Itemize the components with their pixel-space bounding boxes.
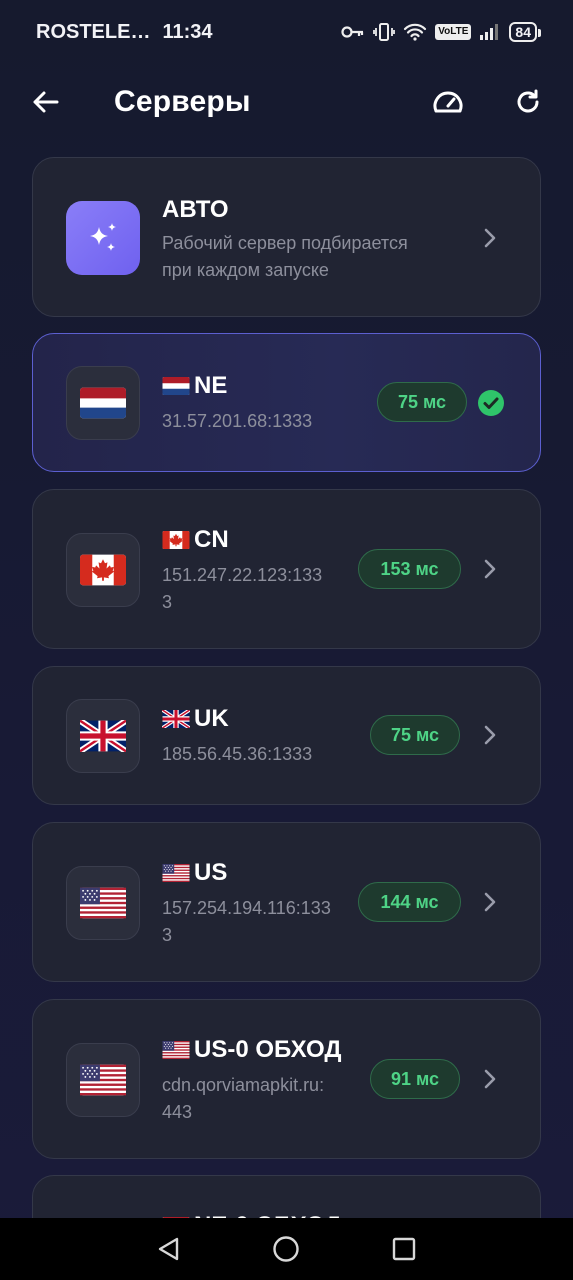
nav-back-button[interactable] [153, 1233, 185, 1265]
ping-badge: 91 мс [370, 1059, 460, 1099]
server-card-us-0-bypass[interactable]: US-0 ОБХОД cdn.qorviamapkit.ru: 443 91 м… [32, 999, 541, 1159]
server-name: CN [194, 526, 229, 553]
server-card-uk[interactable]: UK 185.56.45.36:1333 75 мс [32, 666, 541, 805]
server-address: 157.254.194.116:133 3 [162, 895, 331, 949]
server-card-cn[interactable]: CN 151.247.22.123:133 3 153 мс [32, 489, 541, 649]
netherlands-flag-icon [66, 366, 140, 440]
server-address-line1: 185.56.45.36:1333 [162, 744, 313, 764]
ping-badge: 153 мс [358, 549, 461, 589]
check-circle-icon [478, 390, 504, 416]
server-name: US-0 ОБХОД [194, 1036, 342, 1063]
uk-flag-icon [66, 699, 140, 773]
usa-flag-icon [162, 864, 190, 882]
clock: 11:34 [162, 20, 213, 43]
chevron-right-icon [479, 1068, 501, 1090]
server-card-ne[interactable]: NE 31.57.201.68:1333 75 мс [32, 333, 541, 472]
server-title: UK [162, 705, 229, 733]
chevron-right-icon [479, 227, 501, 249]
square-recents-icon [392, 1237, 416, 1261]
auto-title: АВТО [162, 196, 229, 223]
status-bar: ROSTELE… 11:34 VoLTE 84 [0, 0, 573, 64]
vibrate-icon [373, 22, 396, 42]
server-title: US-0 ОБХОД [162, 1036, 342, 1064]
carrier-label: ROSTELE… [36, 20, 151, 43]
server-name: NE [194, 372, 228, 399]
volte-badge: VoLTE [435, 24, 472, 40]
battery-indicator: 84 [509, 22, 541, 42]
canada-flag-icon [66, 533, 140, 607]
usa-flag-icon [66, 866, 140, 940]
wifi-icon [403, 23, 427, 41]
chevron-right-icon [479, 891, 501, 913]
server-card-us[interactable]: US 157.254.194.116:133 3 144 мс [32, 822, 541, 982]
server-address: 31.57.201.68:1333 [162, 408, 312, 435]
server-title: CN [162, 526, 229, 554]
chevron-right-icon [479, 724, 501, 746]
app-header: Серверы [0, 64, 573, 140]
netherlands-flag-icon [162, 377, 190, 395]
auto-subtitle: Рабочий сервер подбирается при каждом за… [162, 230, 408, 284]
server-address-line2: 443 [162, 1102, 193, 1122]
ping-badge: 75 мс [370, 715, 460, 755]
circle-home-icon [273, 1236, 300, 1262]
usa-flag-icon [66, 1043, 140, 1117]
server-address: 151.247.22.123:133 3 [162, 562, 322, 616]
server-name: UK [194, 705, 229, 732]
ping-badge: 75 мс [377, 382, 467, 422]
signal-icon [479, 23, 501, 41]
uk-flag-icon [162, 710, 190, 728]
speed-test-button[interactable] [431, 85, 465, 119]
back-button[interactable] [28, 85, 62, 119]
system-nav-bar [0, 1218, 573, 1280]
auto-subtitle-line1: Рабочий сервер подбирается [162, 233, 408, 253]
auto-subtitle-line2: при каждом запуске [162, 260, 329, 280]
server-address: cdn.qorviamapkit.ru: 443 [162, 1072, 324, 1126]
server-address: 185.56.45.36:1333 [162, 741, 312, 768]
server-address-line1: 157.254.194.116:133 [162, 898, 331, 918]
auto-server-card[interactable]: АВТО Рабочий сервер подбирается при кажд… [32, 157, 541, 317]
server-address-line2: 3 [162, 925, 173, 945]
sparkles-icon [66, 201, 140, 275]
triangle-back-icon [158, 1237, 179, 1261]
nav-recents-button[interactable] [388, 1233, 420, 1265]
nav-home-button[interactable] [270, 1233, 302, 1265]
arrow-left-icon [33, 91, 59, 113]
canada-flag-icon [162, 531, 190, 549]
server-title: NE [162, 372, 227, 400]
refresh-button[interactable] [511, 85, 545, 119]
server-address-line1: 151.247.22.123:133 [162, 565, 323, 585]
server-title: US [162, 859, 227, 887]
page-title: Серверы [114, 85, 251, 118]
chevron-right-icon [479, 558, 501, 580]
usa-flag-icon [162, 1041, 190, 1059]
server-address-line1: cdn.qorviamapkit.ru: [162, 1075, 325, 1095]
server-address-line1: 31.57.201.68:1333 [162, 411, 313, 431]
key-icon [341, 25, 365, 39]
speedometer-icon [433, 91, 463, 113]
refresh-icon [517, 89, 539, 113]
ping-badge: 144 мс [358, 882, 461, 922]
server-address-line2: 3 [162, 592, 173, 612]
server-name: US [194, 859, 228, 886]
